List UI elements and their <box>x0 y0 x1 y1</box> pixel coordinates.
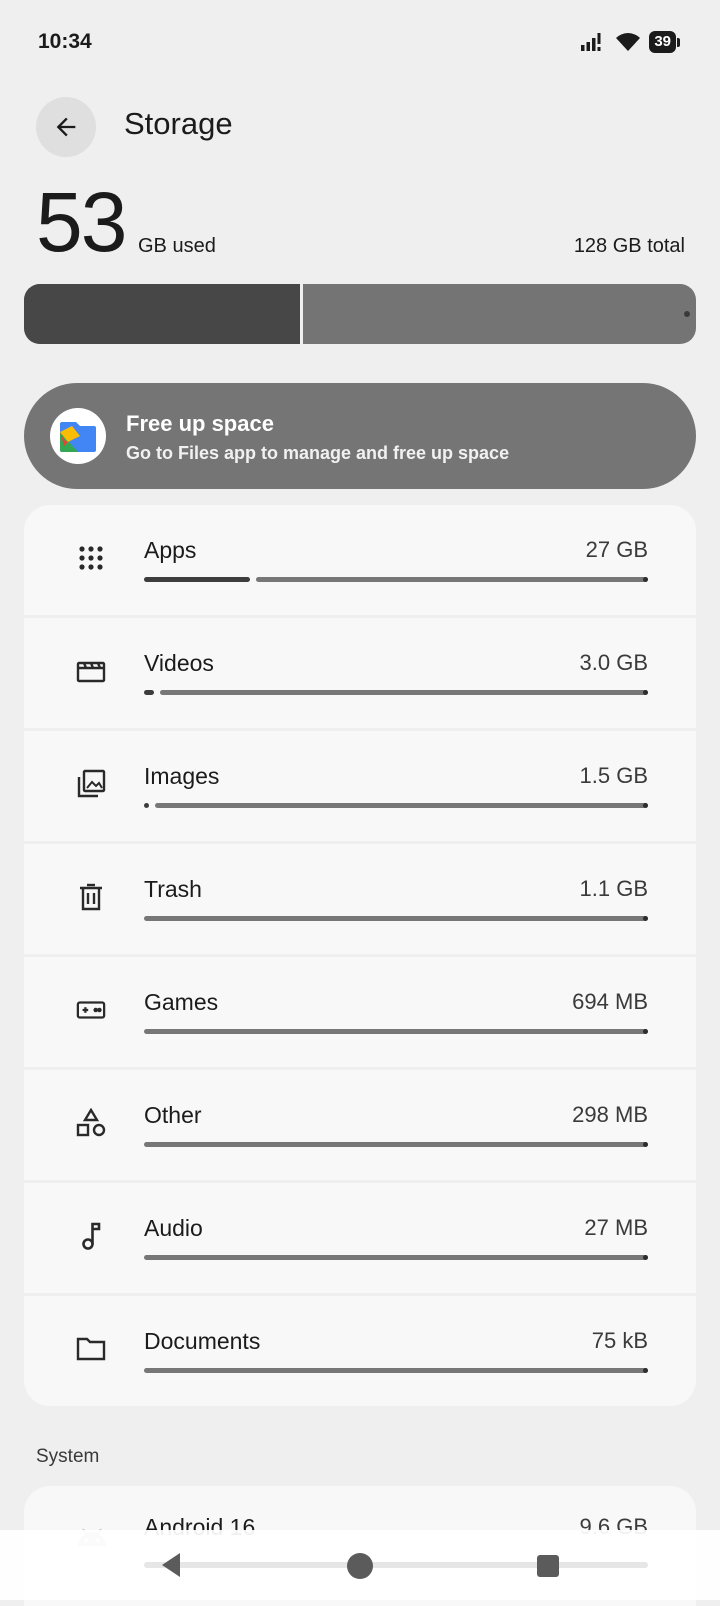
navigation-bar <box>0 1530 720 1600</box>
category-usage-bar <box>144 916 648 921</box>
category-label: Games <box>144 989 219 1015</box>
status-icons: 39 <box>581 30 680 54</box>
category-usage-bar <box>144 1142 648 1147</box>
category-label: Audio <box>144 1215 203 1241</box>
category-label: Trash <box>144 876 202 902</box>
system-section-title: System <box>36 1446 100 1467</box>
trash-icon <box>76 882 106 912</box>
category-label: Documents <box>144 1328 261 1354</box>
category-size: 27 MB <box>584 1215 648 1240</box>
video-clapper-icon <box>76 656 106 686</box>
page-title: Storage <box>124 106 233 141</box>
category-trash[interactable]: Trash 1.1 GB <box>24 844 696 954</box>
files-app-icon <box>50 408 106 464</box>
category-usage-bar <box>144 577 648 582</box>
wifi-icon <box>616 33 641 51</box>
category-games[interactable]: Games 694 MB <box>24 957 696 1067</box>
category-size: 694 MB <box>572 989 648 1014</box>
music-note-icon <box>76 1221 106 1251</box>
category-size: 298 MB <box>572 1102 648 1127</box>
image-library-icon <box>76 769 106 799</box>
battery-level: 39 <box>649 31 676 53</box>
free-up-space-subtitle: Go to Files app to manage and free up sp… <box>126 443 510 463</box>
category-size: 1.5 GB <box>579 763 648 788</box>
arrow-back-icon <box>56 117 76 137</box>
total-storage: 128 GB total <box>573 235 685 257</box>
category-label: Apps <box>144 537 197 563</box>
folder-icon <box>76 1334 106 1364</box>
category-usage-bar <box>144 803 648 808</box>
category-size: 75 kB <box>591 1328 648 1353</box>
category-audio[interactable]: Audio 27 MB <box>24 1183 696 1293</box>
category-label: Videos <box>144 650 214 676</box>
nav-home-button[interactable] <box>347 1553 373 1579</box>
free-up-space-button[interactable]: Free up space Go to Files app to manage … <box>24 383 696 489</box>
nav-handle <box>144 1562 648 1568</box>
storage-usage-bar <box>24 284 696 344</box>
storage-used-segment <box>24 284 300 344</box>
shapes-icon <box>76 1108 106 1138</box>
back-button[interactable] <box>36 97 96 157</box>
storage-category-list: Apps 27 GB Videos 3.0 GB Images 1.5 GB T… <box>24 505 696 1409</box>
category-apps[interactable]: Apps 27 GB <box>24 505 696 615</box>
signal-icon <box>581 33 601 51</box>
category-documents[interactable]: Documents 75 kB <box>24 1296 696 1406</box>
storage-bar-end-dot <box>684 311 690 317</box>
category-label: Other <box>144 1102 202 1128</box>
free-up-space-title: Free up space <box>126 411 274 436</box>
category-label: Images <box>144 763 220 789</box>
category-usage-bar <box>144 1368 648 1373</box>
gamepad-icon <box>76 995 106 1025</box>
category-usage-bar <box>144 1029 648 1034</box>
used-storage-unit: GB used <box>138 235 216 257</box>
category-usage-bar <box>144 1255 648 1260</box>
category-videos[interactable]: Videos 3.0 GB <box>24 618 696 728</box>
category-other[interactable]: Other 298 MB <box>24 1070 696 1180</box>
battery-icon: 39 <box>649 31 680 53</box>
category-images[interactable]: Images 1.5 GB <box>24 731 696 841</box>
used-storage-value: 53 <box>36 175 127 269</box>
status-time: 10:34 <box>38 30 92 53</box>
category-size: 27 GB <box>585 537 648 562</box>
nav-back-button[interactable] <box>160 1552 182 1578</box>
category-usage-bar <box>144 690 648 695</box>
status-bar: 10:34 39 <box>0 0 720 86</box>
apps-grid-icon <box>76 543 106 573</box>
category-size: 1.1 GB <box>579 876 648 901</box>
nav-recents-button[interactable] <box>537 1555 559 1577</box>
category-size: 3.0 GB <box>579 650 648 675</box>
